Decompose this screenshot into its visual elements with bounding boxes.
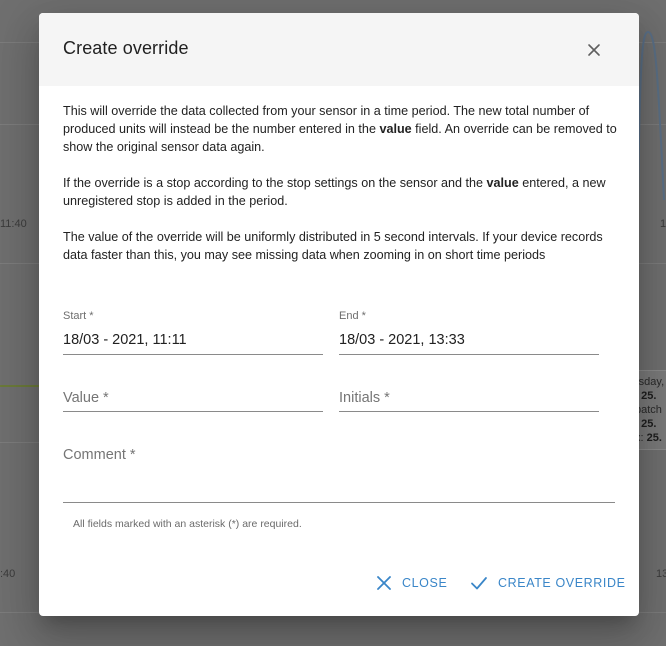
end-field-label: End * <box>339 310 366 322</box>
create-override-button[interactable]: CREATE OVERRIDE <box>470 570 626 596</box>
chart-tick-label: 13 <box>656 568 666 580</box>
close-icon <box>377 576 391 590</box>
chart-tick-label: 1 <box>660 218 666 230</box>
description-paragraph-1: This will override the data collected fr… <box>63 104 617 154</box>
chart-tick-label: 11:40 <box>0 218 27 230</box>
description-paragraph-3: The value of the override will be unifor… <box>63 230 603 262</box>
initials-field-placeholder[interactable]: Initials * <box>339 390 390 406</box>
dialog-header: Create override <box>39 13 639 86</box>
value-field-underline <box>63 411 323 412</box>
start-field-label: Start * <box>63 310 94 322</box>
create-override-dialog: Create override This will override the d… <box>39 13 639 616</box>
check-icon <box>471 577 487 590</box>
description-paragraph-2: If the override is a stop according to t… <box>63 176 606 208</box>
start-field-underline <box>63 354 323 355</box>
required-fields-hint: All fields marked with an asterisk (*) a… <box>73 518 302 530</box>
comment-field-placeholder[interactable]: Comment * <box>63 447 136 463</box>
close-button[interactable]: CLOSE <box>376 570 447 596</box>
value-field-placeholder[interactable]: Value * <box>63 390 109 406</box>
chart-series-line <box>0 385 40 387</box>
create-override-button-label: CREATE OVERRIDE <box>498 576 626 590</box>
dialog-title: Create override <box>63 38 189 58</box>
end-field-underline <box>339 354 599 355</box>
chart-tick-label: :40 <box>0 568 16 580</box>
close-icon[interactable] <box>584 40 604 60</box>
start-field-value[interactable]: 18/03 - 2021, 11:11 <box>63 332 187 348</box>
initials-field-underline <box>339 411 599 412</box>
close-button-label: CLOSE <box>402 576 448 590</box>
comment-field-underline <box>63 502 615 503</box>
end-field-value[interactable]: 18/03 - 2021, 13:33 <box>339 332 465 348</box>
